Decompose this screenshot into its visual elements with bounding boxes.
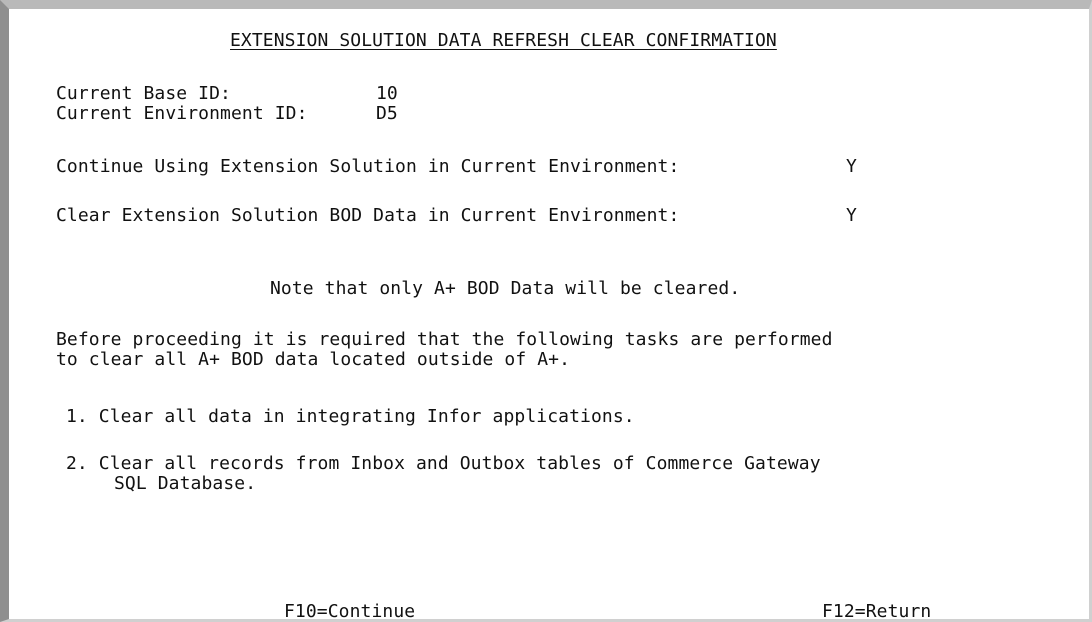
clear-bod-label: Clear Extension Solution BOD Data in Cur… — [56, 205, 680, 226]
environment-id-label: Current Environment ID: — [56, 103, 308, 124]
instruction-line: to clear all A+ BOD data located outside… — [56, 349, 571, 370]
f10-continue-key[interactable]: F10=Continue — [284, 602, 415, 622]
clear-bod-field[interactable]: Y — [846, 206, 857, 226]
terminal-screen: EXTENSION SOLUTION DATA REFRESH CLEAR CO… — [0, 0, 1092, 622]
base-id-label: Current Base ID: — [56, 83, 231, 104]
base-id-value: 10 — [376, 83, 398, 104]
note-text: Note that only A+ BOD Data will be clear… — [270, 278, 741, 299]
continue-using-field[interactable]: Y — [846, 157, 857, 177]
task-item: 2. Clear all records from Inbox and Outb… — [66, 453, 821, 474]
environment-id-value: D5 — [376, 103, 398, 124]
f12-return-key[interactable]: F12=Return — [822, 602, 931, 622]
continue-using-label: Continue Using Extension Solution in Cur… — [56, 156, 680, 177]
screen-title: EXTENSION SOLUTION DATA REFRESH CLEAR CO… — [230, 30, 777, 51]
task-item: 1. Clear all data in integrating Infor a… — [66, 406, 635, 427]
instruction-line: Before proceeding it is required that th… — [56, 329, 833, 350]
task-item-continuation: SQL Database. — [114, 473, 257, 494]
